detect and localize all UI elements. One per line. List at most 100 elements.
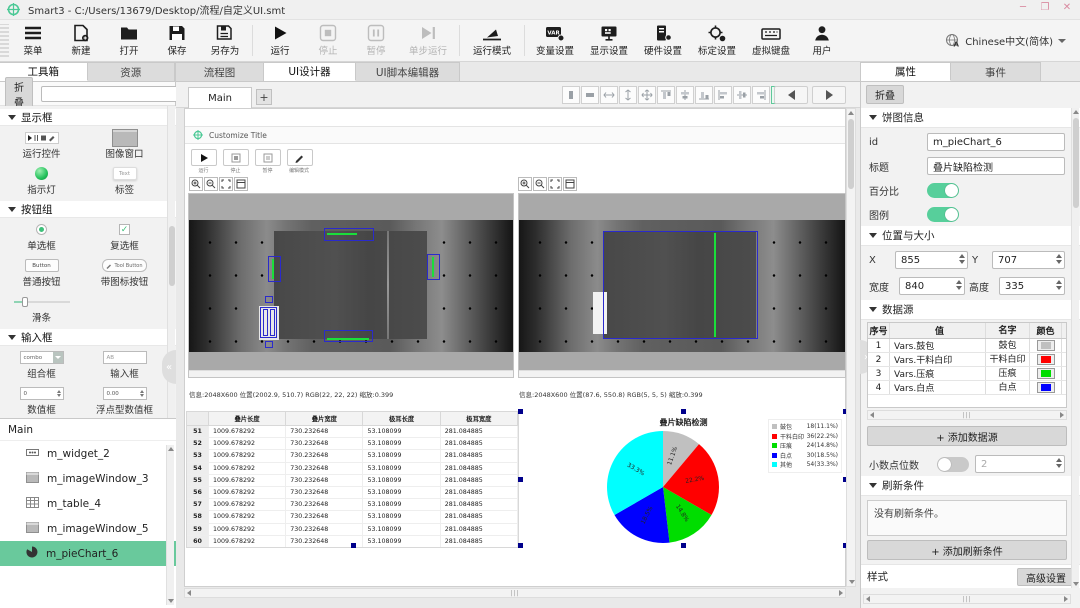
table-row[interactable]: 541009.678292730.23264853.108099281.0848… (187, 463, 518, 475)
save-as-button[interactable]: 另存为 (201, 20, 249, 61)
toolbox-item[interactable]: 指示灯 (0, 162, 83, 198)
tab-ui-script-editor[interactable]: UI脚本编辑器 (356, 62, 460, 81)
center-horizontal-button[interactable] (676, 86, 694, 104)
color-swatch-button[interactable] (1037, 382, 1055, 393)
close-button[interactable]: ✕ (1060, 2, 1074, 13)
panel-icon[interactable] (234, 177, 248, 191)
virtual-keyboard-button[interactable]: 虚拟键盘 (744, 20, 798, 61)
toolbox-item[interactable]: ✓复选框 (83, 218, 166, 254)
align-top-button[interactable] (657, 86, 675, 104)
percent-toggle[interactable] (927, 183, 959, 198)
same-height-button[interactable] (562, 86, 580, 104)
form-run-button[interactable]: 运行 (189, 149, 218, 175)
data-source-row[interactable]: 2Vars.干料白印干料白印 (868, 353, 1066, 367)
x-input[interactable]: 855 (895, 251, 968, 269)
user-button[interactable]: 用户 (798, 20, 846, 61)
add-refresh-condition-button[interactable]: + 添加刷新条件 (867, 540, 1067, 560)
data-source-row[interactable]: 3Vars.压痕压痕 (868, 367, 1066, 381)
tree-item[interactable]: m_pieChart_6 (0, 541, 176, 566)
tree-item[interactable]: m_imageWindow_5 (0, 516, 176, 541)
page-prev-button[interactable] (774, 86, 808, 104)
align-right-button[interactable] (752, 86, 770, 104)
color-swatch-button[interactable] (1037, 368, 1055, 379)
tree-item[interactable]: m_imageWindow_3 (0, 466, 176, 491)
stretch-vertical-button[interactable] (619, 86, 637, 104)
decimal-places-input[interactable]: 2 (975, 455, 1065, 473)
fit-view-icon[interactable] (548, 177, 562, 191)
canvas-h-scrollbar[interactable]: ||| (184, 588, 846, 598)
designed-form[interactable]: Customize Title 运行 停止 暂停 编辑模式 (184, 108, 846, 587)
form-stop-button[interactable]: 停止 (221, 149, 250, 175)
legend-toggle[interactable] (927, 207, 959, 222)
fit-view-icon[interactable] (219, 177, 233, 191)
tab-ui-designer[interactable]: UI设计器 (264, 62, 356, 81)
section-geometry[interactable]: 位置与大小 (861, 226, 1080, 246)
tab-flowchart[interactable]: 流程图 (176, 62, 264, 81)
collapse-button[interactable]: 折叠 (866, 85, 904, 104)
center-vertical-button[interactable] (733, 86, 751, 104)
stretch-horizontal-button[interactable] (600, 86, 618, 104)
align-bottom-button[interactable] (695, 86, 713, 104)
toolbox-item[interactable]: 0数值框 (0, 382, 83, 418)
toolbox-item[interactable]: 单选框 (0, 218, 83, 254)
form-pause-button[interactable]: 暂停 (253, 149, 282, 175)
zoom-out-icon[interactable] (204, 177, 218, 191)
run-controls-widget[interactable]: 运行 停止 暂停 编辑模式 (189, 149, 314, 175)
language-selector[interactable]: A Chinese中文(简体) (945, 20, 1080, 61)
toolbox-item[interactable]: combo组合框 (0, 346, 83, 382)
advanced-settings-button[interactable]: 高级设置 (1017, 568, 1075, 586)
designer-canvas[interactable]: Customize Title 运行 停止 暂停 编辑模式 (176, 108, 860, 608)
right-panel-scrollbar[interactable] (1071, 108, 1079, 588)
hardware-settings-button[interactable]: 硬件设置 (636, 20, 690, 61)
page-tab-main[interactable]: Main (188, 87, 252, 108)
tree-root[interactable]: Main (0, 419, 176, 441)
color-swatch-button[interactable] (1037, 354, 1055, 365)
panel-icon[interactable] (563, 177, 577, 191)
table-row[interactable]: 591009.678292730.23264853.108099281.0848… (187, 524, 518, 536)
page-next-button[interactable] (812, 86, 846, 104)
table-row[interactable]: 521009.678292730.23264853.108099281.0848… (187, 438, 518, 450)
selection-handle[interactable] (518, 409, 523, 414)
save-button[interactable]: 保存 (153, 20, 201, 61)
image2-h-scrollbar[interactable] (519, 370, 845, 377)
toolbox-item[interactable]: Text标签 (83, 162, 166, 198)
selection-handle[interactable] (351, 543, 356, 548)
minimize-button[interactable]: ─ (1016, 2, 1030, 13)
align-left-button[interactable] (714, 86, 732, 104)
toolbox-item[interactable]: Tool Button带图标按钮 (83, 254, 166, 290)
y-input[interactable]: 707 (992, 251, 1065, 269)
zoom-in-icon[interactable] (518, 177, 532, 191)
height-input[interactable]: 335 (999, 277, 1065, 295)
selection-handle[interactable] (518, 543, 523, 548)
pie-chart-widget[interactable]: 叠片缺陷检测 11.1%22.2%14.8%18.5%33.3% 鼓包18(11… (521, 411, 846, 548)
data-source-row[interactable]: 4Vars.白点白点 (868, 381, 1066, 395)
toolbox-section-header[interactable]: 显示框 (0, 109, 176, 126)
section-data-source[interactable]: 数据源 (861, 300, 1080, 320)
right-panel-h-scrollbar[interactable]: ||| (863, 594, 1071, 604)
decimal-places-toggle[interactable] (937, 457, 969, 472)
table-row[interactable]: 511009.678292730.23264853.108099281.0848… (187, 426, 518, 438)
color-swatch-button[interactable] (1037, 340, 1055, 351)
step-run-button[interactable]: 单步运行 (400, 20, 456, 61)
expand-button[interactable] (638, 86, 656, 104)
form-edit-mode-button[interactable]: 编辑模式 (285, 149, 314, 175)
new-button[interactable]: 新建 (57, 20, 105, 61)
data-source-table[interactable]: 序号值名字颜色1Vars.鼓包鼓包2Vars.干料白印干料白印3Vars.压痕压… (867, 322, 1067, 408)
toolbox-item[interactable]: 0.00浮点型数值框 (83, 382, 166, 418)
tab-properties[interactable]: 属性 (861, 62, 951, 81)
tree-item[interactable]: m_widget_2 (0, 441, 176, 466)
table-row[interactable]: 561009.678292730.23264853.108099281.0848… (187, 487, 518, 499)
table-row[interactable]: 571009.678292730.23264853.108099281.0848… (187, 499, 518, 511)
add-data-source-button[interactable]: + 添加数据源 (867, 426, 1067, 446)
restore-button[interactable]: ❐ (1038, 2, 1052, 13)
table-row[interactable]: 551009.678292730.23264853.108099281.0848… (187, 475, 518, 487)
toolbox-section-header[interactable]: 按钮组 (0, 201, 176, 218)
data-source-h-scrollbar[interactable]: ||| (867, 410, 1067, 420)
toolbox-item[interactable]: 滑条 (0, 290, 83, 326)
calibration-settings-button[interactable]: 标定设置 (690, 20, 744, 61)
measurement-table[interactable]: 叠片长度叠片宽度极耳长度极耳宽度511009.678292730.2326485… (186, 411, 519, 548)
toolbar-grip[interactable] (0, 24, 9, 57)
same-width-button[interactable] (581, 86, 599, 104)
variable-settings-button[interactable]: VAR 变量设置 (528, 20, 582, 61)
canvas-v-scrollbar[interactable] (846, 108, 856, 587)
